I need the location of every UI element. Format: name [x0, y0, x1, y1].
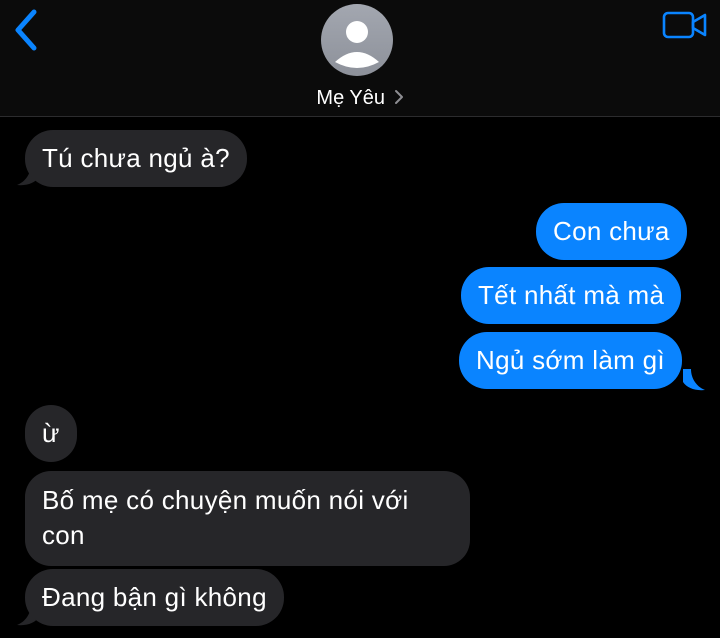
outgoing-bubble-tail — [683, 369, 705, 391]
contact-avatar[interactable] — [321, 4, 393, 76]
person-avatar-icon — [335, 21, 379, 68]
video-call-button[interactable] — [662, 10, 708, 40]
video-camera-icon — [662, 11, 707, 39]
chevron-left-icon — [15, 9, 37, 51]
contact-name: Mẹ Yêu — [316, 87, 385, 109]
chevron-right-icon — [394, 90, 403, 105]
message-incoming[interactable]: Bố mẹ có chuyện muốn nói với con — [25, 471, 470, 566]
message-outgoing[interactable]: Ngủ sớm làm gì — [459, 332, 682, 389]
contact-name-button[interactable]: Mẹ Yêu — [0, 86, 720, 110]
message-incoming[interactable]: Tú chưa ngủ à? — [25, 130, 247, 187]
message-outgoing[interactable]: Con chưa — [536, 203, 687, 260]
message-outgoing[interactable]: Tết nhất mà mà — [461, 267, 682, 324]
message-incoming[interactable]: ừ — [25, 405, 77, 462]
back-button[interactable] — [8, 6, 48, 54]
message-incoming[interactable]: Đang bận gì không — [25, 569, 284, 626]
conversation-header: Mẹ Yêu — [0, 0, 720, 117]
